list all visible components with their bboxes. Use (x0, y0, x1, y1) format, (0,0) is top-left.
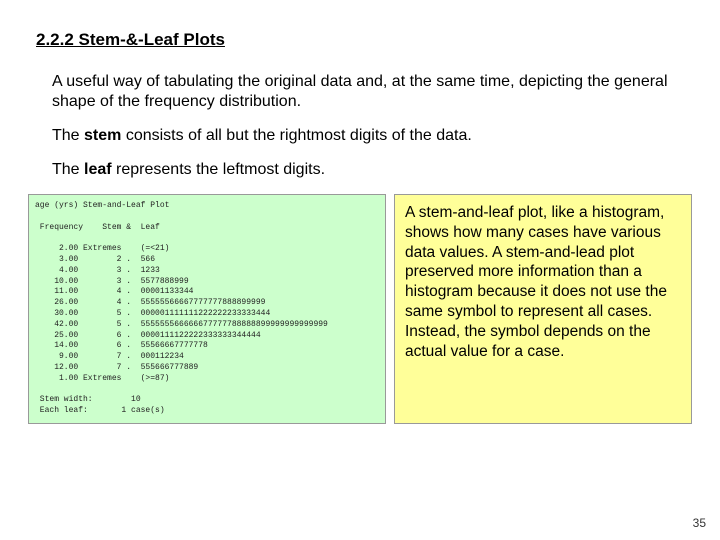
paragraph-leaf: The leaf represents the leftmost digits. (52, 160, 692, 180)
text-fragment: represents the leftmost digits. (112, 161, 325, 178)
lower-row: age (yrs) Stem-and-Leaf Plot Frequency S… (28, 194, 692, 424)
text-fragment: consists of all but the rightmost digits… (121, 127, 471, 144)
stem-leaf-plot: age (yrs) Stem-and-Leaf Plot Frequency S… (28, 194, 386, 424)
term-leaf: leaf (84, 161, 112, 178)
explanation-box: A stem-and-leaf plot, like a histogram, … (394, 194, 692, 424)
section-title: 2.2.2 Stem-&-Leaf Plots (36, 30, 692, 50)
term-stem: stem (84, 127, 121, 144)
text-fragment: The (52, 161, 84, 178)
page-number: 35 (693, 516, 706, 530)
paragraph-intro: A useful way of tabulating the original … (52, 72, 692, 112)
paragraph-stem: The stem consists of all but the rightmo… (52, 126, 692, 146)
text-fragment: The (52, 127, 84, 144)
slide-page: 2.2.2 Stem-&-Leaf Plots A useful way of … (0, 0, 720, 540)
